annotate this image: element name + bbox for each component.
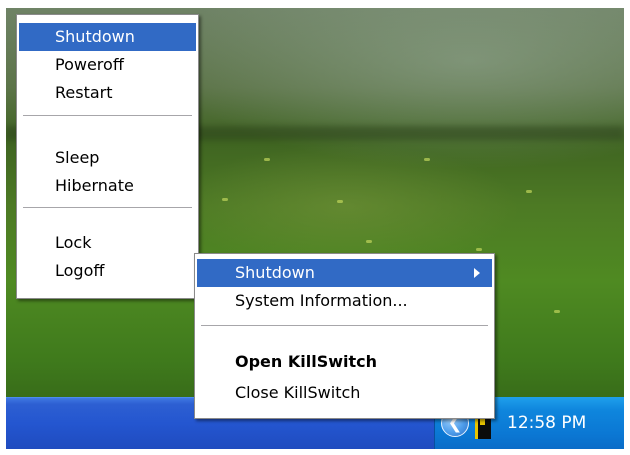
grass-fleck xyxy=(476,248,482,251)
tray-menu-item-system-information[interactable]: System Information... xyxy=(197,287,492,315)
menu-separator xyxy=(23,207,192,209)
menu-item-lock[interactable]: Lock xyxy=(19,229,196,257)
grass-fleck xyxy=(366,240,372,243)
tray-menu-item-close-killswitch[interactable]: Close KillSwitch xyxy=(197,379,492,407)
menu-item-hibernate[interactable]: Hibernate xyxy=(19,172,196,200)
tray-menu-item-shutdown-label: Shutdown xyxy=(235,263,315,282)
menu-item-logoff[interactable]: Logoff xyxy=(19,257,196,285)
menu-separator xyxy=(201,325,488,327)
menu-item-poweroff[interactable]: Poweroff xyxy=(19,51,196,79)
menu-item-shutdown[interactable]: Shutdown xyxy=(19,23,196,51)
grass-fleck xyxy=(222,198,228,201)
shutdown-submenu: Shutdown Poweroff Restart Sleep Hibernat… xyxy=(16,14,199,299)
grass-fleck xyxy=(264,158,270,161)
grass-fleck xyxy=(424,158,430,161)
menu-item-restart[interactable]: Restart xyxy=(19,79,196,107)
tray-context-menu: Shutdown System Information... Open Kill… xyxy=(194,253,495,419)
menu-item-sleep[interactable]: Sleep xyxy=(19,144,196,172)
grass-fleck xyxy=(554,310,560,313)
clock[interactable]: 12:58 PM xyxy=(507,397,586,449)
tray-menu-item-open-killswitch[interactable]: Open KillSwitch xyxy=(197,348,492,376)
grass-fleck xyxy=(526,190,532,193)
grass-fleck xyxy=(337,200,343,203)
menu-separator xyxy=(23,115,192,117)
tray-menu-item-shutdown[interactable]: Shutdown xyxy=(197,259,492,287)
submenu-arrow-icon xyxy=(474,268,480,278)
